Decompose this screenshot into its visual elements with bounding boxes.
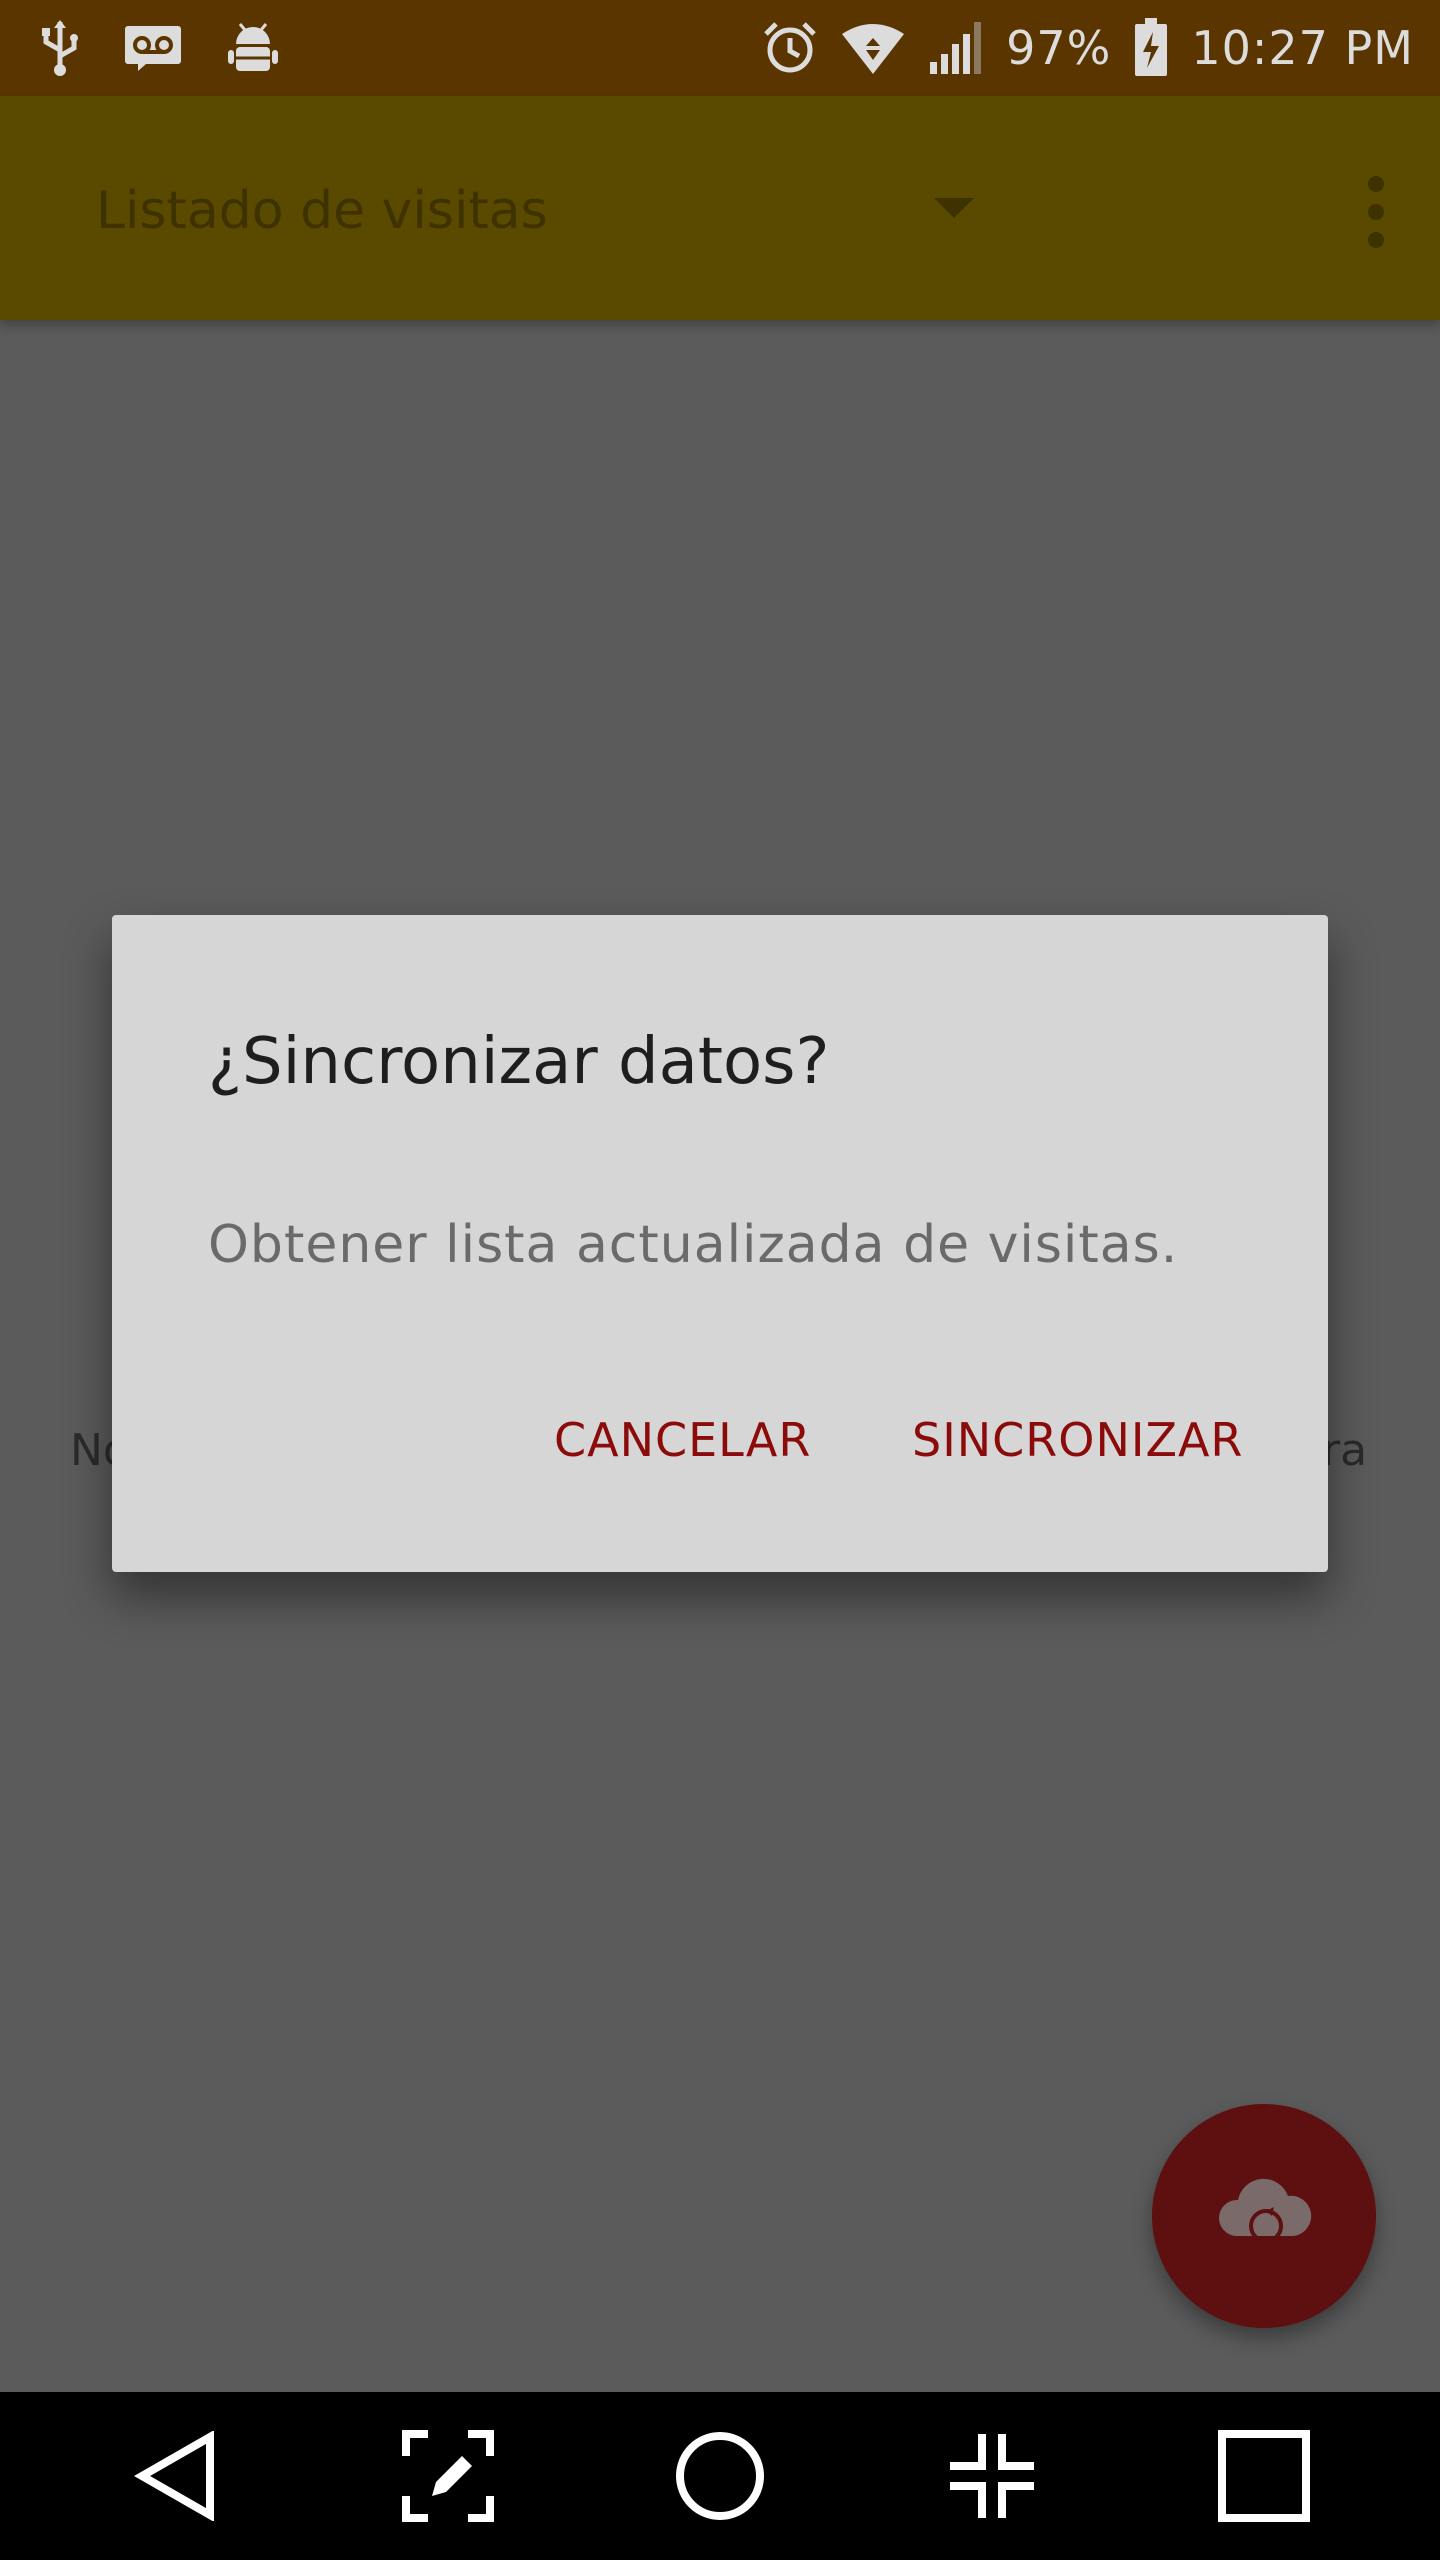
- empty-message-fragment-right: ra: [1322, 1425, 1368, 1476]
- capture-icon[interactable]: [396, 2424, 500, 2528]
- cancel-button[interactable]: CANCELAR: [554, 1395, 811, 1485]
- sync-button[interactable]: SINCRONIZAR: [912, 1395, 1243, 1485]
- home-icon[interactable]: [668, 2424, 772, 2528]
- dialog-message: Obtener lista actualizada de visitas.: [208, 1215, 1179, 1275]
- recents-icon[interactable]: [1212, 2424, 1316, 2528]
- sync-fab[interactable]: [1152, 2104, 1376, 2328]
- sync-dialog: ¿Sincronizar datos? Obtener lista actual…: [112, 915, 1328, 1572]
- back-icon[interactable]: [124, 2424, 228, 2528]
- dialog-title: ¿Sincronizar datos?: [208, 1025, 830, 1099]
- cloud-sync-icon: [1214, 2174, 1314, 2258]
- screen: 97% 10:27 PM Listado de visitas No ra ¿S…: [0, 0, 1440, 2560]
- dual-window-icon[interactable]: [940, 2424, 1044, 2528]
- navigation-bar: [0, 2392, 1440, 2560]
